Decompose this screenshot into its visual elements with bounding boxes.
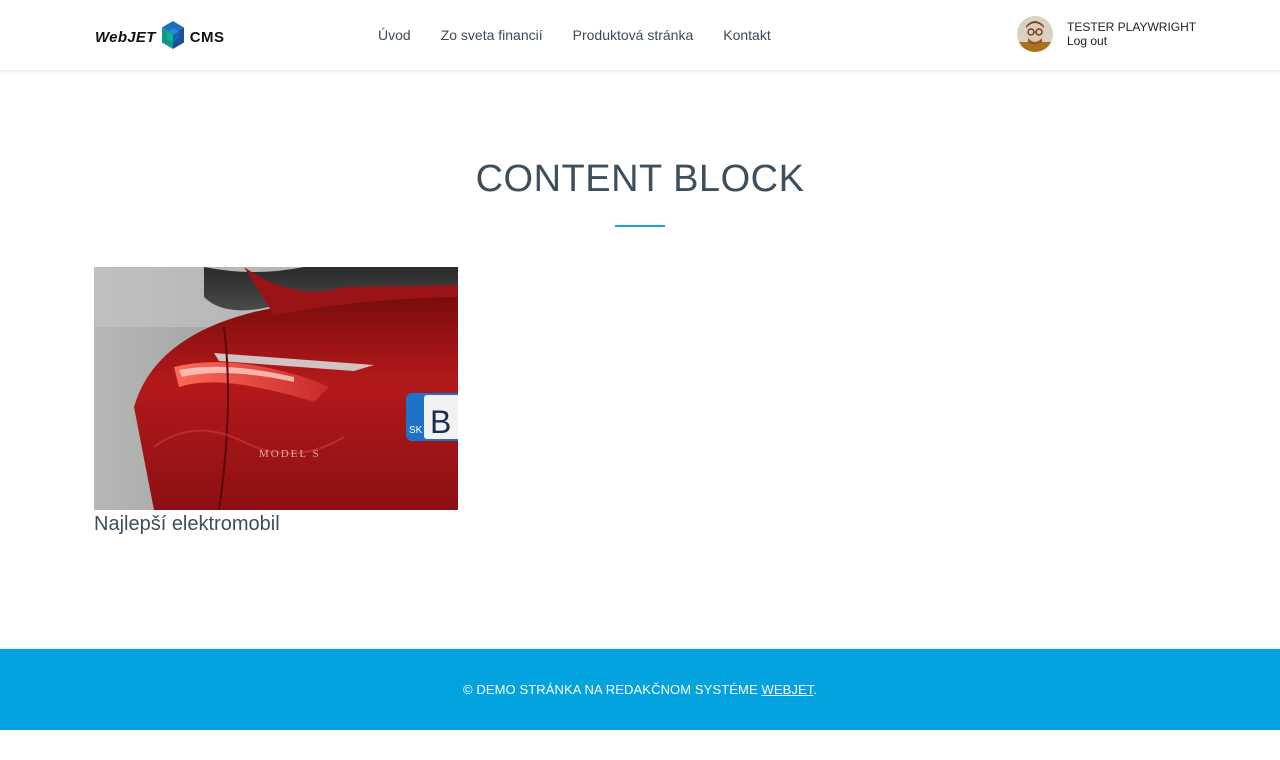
site-footer: © DEMO STRÁNKA NA REDAKČNOM SYSTÉME WEBJ…: [0, 649, 1280, 730]
nav-item-uvod[interactable]: Úvod: [378, 27, 411, 43]
car-model-label: MODEL S: [259, 448, 321, 460]
logo-webjet-text: WebJET: [95, 28, 156, 46]
user-avatar-icon: [1017, 16, 1053, 52]
plate-country-code: SK: [409, 425, 423, 436]
title-divider: [615, 225, 665, 227]
plate-letter: B: [430, 404, 451, 440]
site-logo[interactable]: WebJET CMS: [95, 20, 225, 55]
footer-copyright-prefix: © DEMO STRÁNKA NA REDAKČNOM SYSTÉME: [462, 682, 762, 697]
footer-webjet-link[interactable]: WEBJET: [761, 682, 813, 697]
card-image[interactable]: SK B MODEL S: [94, 267, 466, 511]
webjet-cube-icon: [161, 20, 185, 55]
logo-cms-text: CMS: [189, 28, 225, 46]
user-info: TESTER PLAYWRIGHT Log out: [1067, 20, 1196, 48]
footer-copyright: © DEMO STRÁNKA NA REDAKČNOM SYSTÉME WEBJ…: [463, 682, 817, 697]
logout-link[interactable]: Log out: [1067, 34, 1196, 48]
main-nav: Úvod Zo sveta financií Produktová stránk…: [378, 0, 771, 70]
page-title: CONTENT BLOCK: [475, 158, 805, 200]
user-name: TESTER PLAYWRIGHT: [1067, 20, 1197, 34]
site-header: WebJET CMS Úvod Zo sveta financií Produk…: [0, 0, 1280, 70]
card-title[interactable]: Najlepší elektromobil: [94, 513, 458, 536]
user-panel: TESTER PLAYWRIGHT Log out: [1017, 16, 1196, 52]
red-car-photo: SK B MODEL S: [94, 267, 466, 511]
nav-item-kontakt[interactable]: Kontakt: [723, 27, 770, 43]
nav-item-produktova-stranka[interactable]: Produktová stránka: [573, 27, 694, 43]
content-card: SK B MODEL S Najlepší elektromobil: [94, 267, 466, 536]
footer-suffix: .: [813, 682, 818, 697]
nav-item-zo-sveta-financii[interactable]: Zo sveta financií: [441, 27, 543, 43]
